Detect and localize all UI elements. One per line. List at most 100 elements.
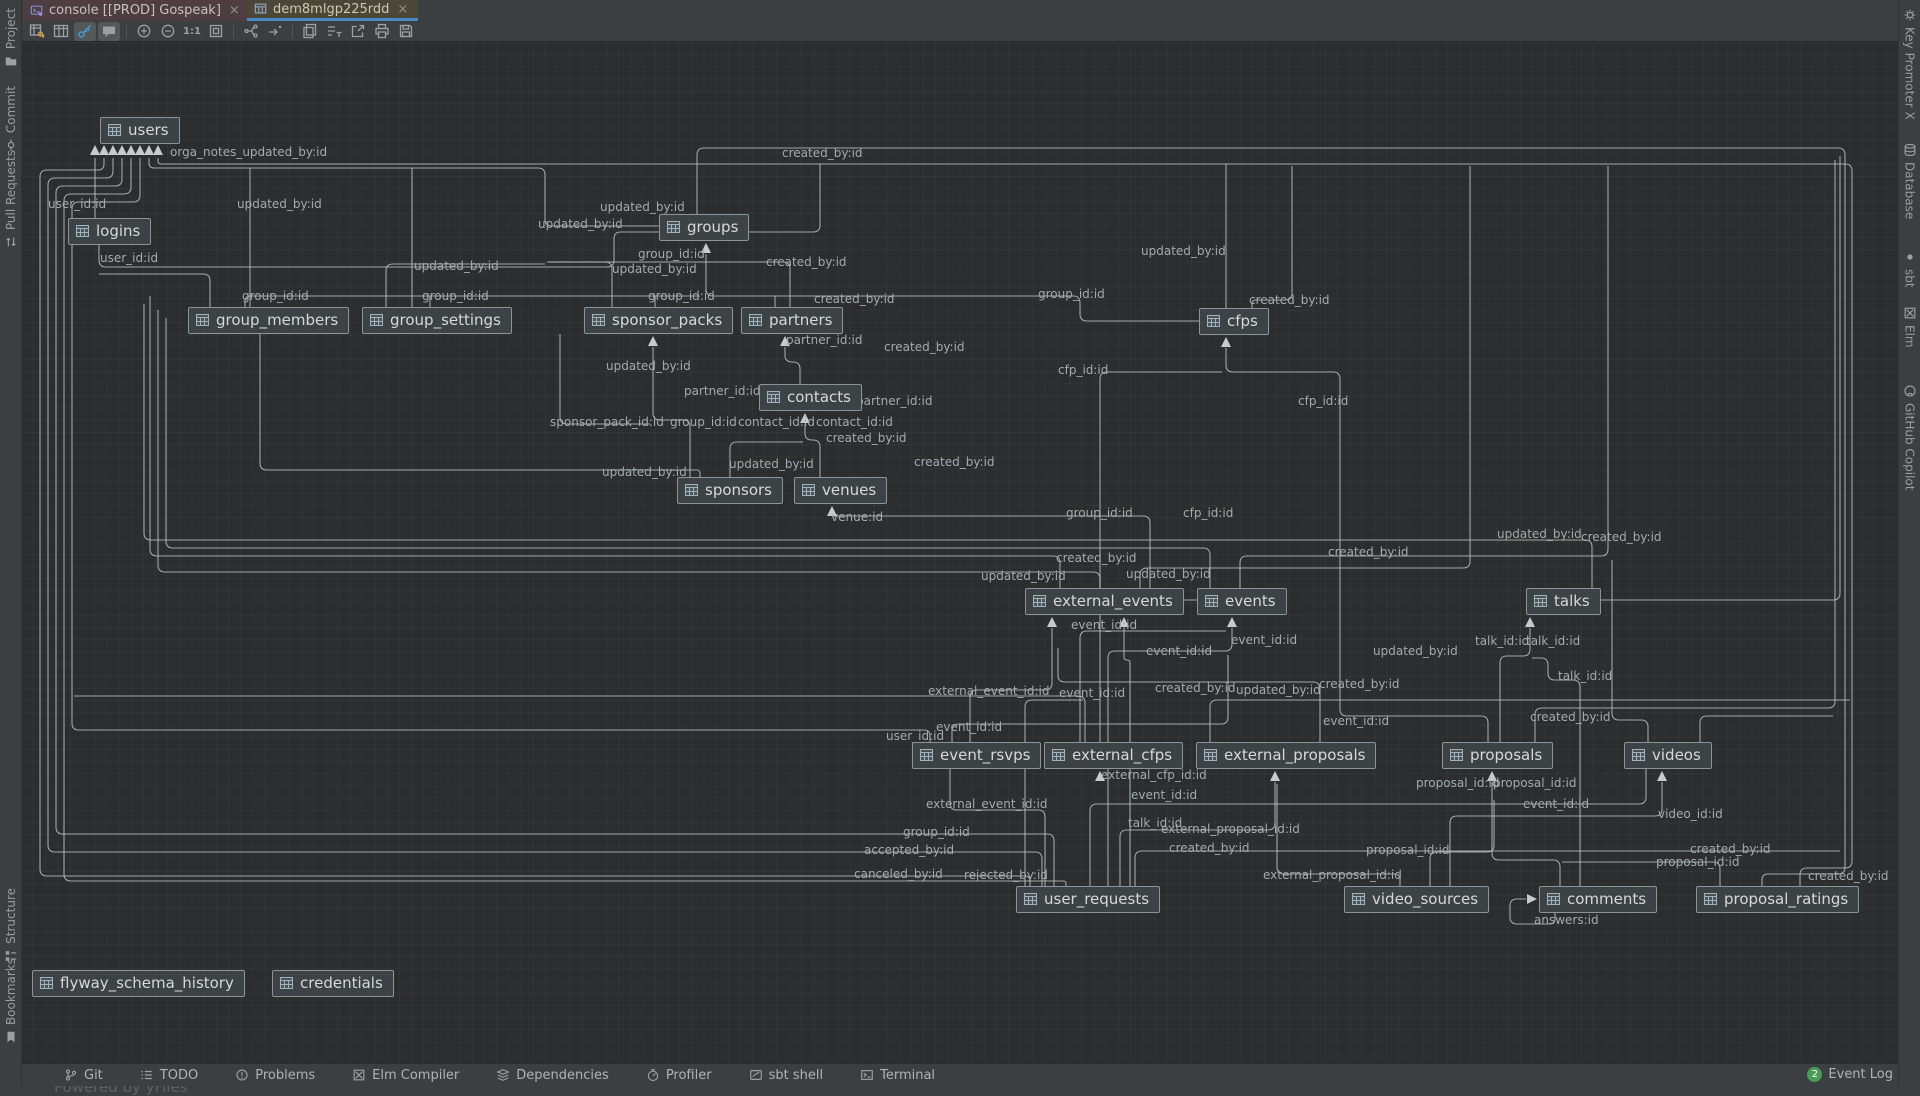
status-item-terminal[interactable]: Terminal bbox=[860, 1068, 935, 1083]
status-item-profiler[interactable]: Profiler bbox=[646, 1068, 712, 1083]
table-name-label: flyway_schema_history bbox=[60, 974, 234, 992]
table-node-groups[interactable]: groups bbox=[659, 214, 749, 241]
tool-button-elm[interactable]: Elm bbox=[1899, 306, 1920, 348]
table-node-talks[interactable]: talks bbox=[1526, 588, 1601, 615]
edge-label: created_by:id bbox=[1169, 842, 1250, 855]
tool-label: Bookmarks bbox=[4, 958, 18, 1025]
fork-button[interactable] bbox=[240, 22, 262, 41]
status-item-dependencies[interactable]: Dependencies bbox=[496, 1068, 609, 1083]
table-node-contacts[interactable]: contacts bbox=[759, 384, 862, 411]
table-node-video_sources[interactable]: video_sources bbox=[1344, 886, 1489, 913]
tool-button-pull-requests[interactable]: Pull Requests bbox=[0, 150, 21, 249]
table-key-button[interactable] bbox=[26, 22, 48, 41]
print-button[interactable] bbox=[371, 22, 393, 41]
edge-label: answers:id bbox=[1534, 914, 1599, 927]
comment-icon bbox=[101, 23, 117, 39]
copy-diagram-button[interactable] bbox=[299, 22, 321, 41]
table-node-logins[interactable]: logins bbox=[68, 218, 151, 245]
table-node-venues[interactable]: venues bbox=[794, 477, 887, 504]
table-name-label: sponsors bbox=[705, 481, 772, 499]
tool-button-project[interactable]: Project bbox=[0, 8, 21, 68]
table-node-proposals[interactable]: proposals bbox=[1442, 742, 1553, 769]
table-name-label: credentials bbox=[300, 974, 383, 992]
table-node-icon bbox=[1024, 893, 1037, 905]
comment-button[interactable] bbox=[98, 22, 120, 41]
status-item-todo[interactable]: TODO bbox=[140, 1068, 198, 1083]
editor-tab-console[interactable]: console [[PROD] Gospeak]× bbox=[23, 0, 247, 21]
status-item-sbt-shell[interactable]: sbt shell bbox=[749, 1068, 824, 1083]
edge-label: group_id:id bbox=[1066, 507, 1133, 520]
actual-size-button[interactable]: 1:1 bbox=[181, 22, 203, 41]
table-node-icon bbox=[1352, 893, 1365, 905]
event-log-button[interactable]: 2 Event Log bbox=[1807, 1063, 1893, 1086]
table-node-users[interactable]: users bbox=[100, 117, 180, 144]
tool-button-database[interactable]: Database bbox=[1899, 143, 1920, 219]
close-tab-icon[interactable]: × bbox=[229, 3, 240, 18]
zoom-in-button[interactable] bbox=[133, 22, 155, 41]
table-node-sponsor_packs[interactable]: sponsor_packs bbox=[584, 307, 733, 334]
table-node-icon bbox=[1547, 893, 1560, 905]
edge-label: partner_id:id bbox=[786, 334, 862, 347]
edge-label: proposal_id:id bbox=[1656, 856, 1739, 869]
edge-label: accepted_by:id bbox=[864, 844, 954, 857]
table-node-sponsors[interactable]: sponsors bbox=[677, 477, 783, 504]
tool-button-bookmarks[interactable]: Bookmarks bbox=[0, 958, 21, 1044]
tool-button-structure[interactable]: Structure bbox=[0, 888, 21, 963]
status-item-git[interactable]: Git bbox=[64, 1068, 103, 1083]
tool-button-key-promoter-x[interactable]: Key Promoter X bbox=[1899, 8, 1920, 120]
jump-arrow-button[interactable] bbox=[264, 22, 286, 41]
table-node-group_members[interactable]: group_members bbox=[188, 307, 349, 334]
edge-label: event_id:id bbox=[1131, 789, 1197, 802]
edge-label: created_by:id bbox=[782, 147, 863, 160]
tool-button-github-copilot[interactable]: GitHub Copilot bbox=[1899, 384, 1920, 490]
dependencies-icon bbox=[496, 1068, 510, 1082]
table-name-label: external_events bbox=[1053, 592, 1173, 610]
table-node-external_proposals[interactable]: external_proposals bbox=[1196, 742, 1376, 769]
table-node-comments[interactable]: comments bbox=[1539, 886, 1657, 913]
table-node-flyway_schema_history[interactable]: flyway_schema_history bbox=[32, 970, 245, 997]
table-node-icon bbox=[920, 749, 933, 761]
bookmark-icon bbox=[4, 1030, 18, 1044]
edge-label: partner_id:id bbox=[856, 395, 932, 408]
close-tab-icon[interactable]: × bbox=[397, 2, 408, 17]
edge-label: updated_by:id bbox=[612, 263, 697, 276]
zoom-out-button[interactable] bbox=[157, 22, 179, 41]
table-node-icon bbox=[802, 484, 815, 496]
table-key-icon bbox=[29, 23, 45, 39]
table-name-label: contacts bbox=[787, 388, 851, 406]
edge-label: venue:id bbox=[831, 511, 883, 524]
fit-content-icon bbox=[208, 23, 224, 39]
edge-labels-button[interactable] bbox=[323, 22, 345, 41]
table-node-partners[interactable]: partners bbox=[741, 307, 843, 334]
table-node-cfps[interactable]: cfps bbox=[1199, 308, 1269, 335]
table-node-icon bbox=[1450, 749, 1463, 761]
table-node-events[interactable]: events bbox=[1197, 588, 1287, 615]
table-node-user_requests[interactable]: user_requests bbox=[1016, 886, 1160, 913]
edge-label: group_id:id bbox=[638, 248, 705, 261]
table-node-external_cfps[interactable]: external_cfps bbox=[1044, 742, 1183, 769]
status-item-problems[interactable]: Problems bbox=[235, 1068, 315, 1083]
table-node-external_events[interactable]: external_events bbox=[1025, 588, 1184, 615]
save-button[interactable] bbox=[395, 22, 417, 41]
edge-label: event_id:id bbox=[1523, 798, 1589, 811]
editor-tab-diagram[interactable]: dem8mlgp225rdd× bbox=[247, 0, 418, 21]
edge-label: video_id:id bbox=[1658, 808, 1723, 821]
key-button[interactable] bbox=[74, 22, 96, 41]
status-item-elm-compiler[interactable]: Elm Compiler bbox=[352, 1068, 459, 1083]
table-node-videos[interactable]: videos bbox=[1624, 742, 1712, 769]
table-node-credentials[interactable]: credentials bbox=[272, 970, 394, 997]
edge-label: event_id:id bbox=[1059, 687, 1125, 700]
table-node-group_settings[interactable]: group_settings bbox=[362, 307, 512, 334]
table-node-proposal_ratings[interactable]: proposal_ratings bbox=[1696, 886, 1859, 913]
export-button[interactable] bbox=[347, 22, 369, 41]
edge-labels-icon bbox=[326, 23, 342, 39]
table-columns-button[interactable] bbox=[50, 22, 72, 41]
tool-button-commit[interactable]: Commit bbox=[0, 86, 21, 152]
edge-label: created_by:id bbox=[1530, 711, 1611, 724]
edge-label: user_id:id bbox=[100, 252, 158, 265]
edge-label: event_id:id bbox=[1323, 715, 1389, 728]
table-node-event_rsvps[interactable]: event_rsvps bbox=[912, 742, 1041, 769]
fit-content-button[interactable] bbox=[205, 22, 227, 41]
edge-label: group_id:id bbox=[1038, 288, 1105, 301]
tool-button-sbt[interactable]: sbt bbox=[1899, 250, 1920, 288]
